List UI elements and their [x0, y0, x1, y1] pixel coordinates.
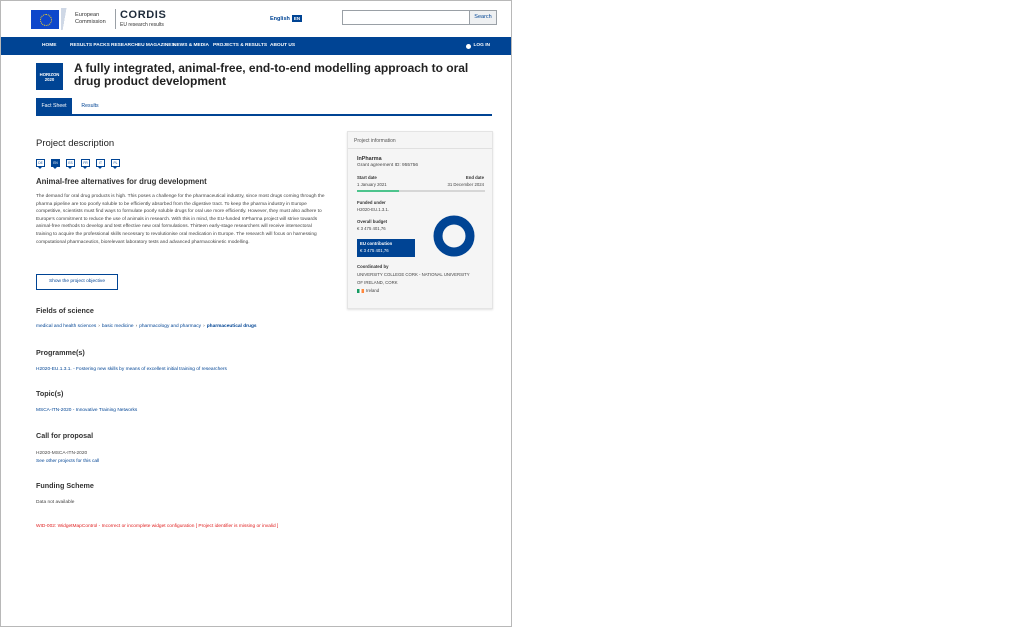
- end-date-label: End date: [465, 175, 484, 180]
- topic-heading: Topic(s): [36, 389, 64, 398]
- science-crumb-1[interactable]: medical and health sciences: [36, 324, 96, 329]
- card-header: Project information: [354, 138, 396, 144]
- crumb-separator-icon: ›: [98, 324, 100, 329]
- translation-languages: DE EN ES FR IT PL: [36, 159, 120, 169]
- science-crumb-2[interactable]: basic medicine: [102, 324, 134, 329]
- lang-en-icon[interactable]: EN: [51, 159, 60, 169]
- nav-researcheu-magazines[interactable]: RESEARCHEU MAGAZINES: [111, 37, 175, 55]
- lang-de-icon[interactable]: DE: [36, 159, 45, 169]
- country-label: Ireland: [366, 288, 380, 293]
- language-selector[interactable]: English EN: [270, 15, 303, 22]
- science-crumb-4[interactable]: pharmaceutical drugs: [207, 324, 257, 329]
- funded-under-value[interactable]: H2020-EU.1.3.1.: [357, 207, 389, 212]
- description-subheading: Animal-free alternatives for drug develo…: [36, 177, 207, 186]
- overall-budget-value: € 3 475 401,76: [357, 226, 386, 231]
- badge-line-2: 2020: [44, 77, 55, 82]
- main-navigation: HOME RESULTS PACKS RESEARCHEU MAGAZINES …: [1, 37, 511, 55]
- project-description-heading: Project description: [36, 138, 115, 149]
- logo-wing-icon: [61, 8, 71, 30]
- call-value: H2020-MSCA-ITN-2020: [36, 451, 88, 456]
- crumb-separator-icon: ›: [203, 324, 205, 329]
- grant-agreement-id: Grant agreement ID: 955756: [357, 163, 419, 168]
- nav-news-media[interactable]: NEWS & MEDIA: [173, 37, 209, 55]
- project-information-card: Project information InPharma Grant agree…: [347, 131, 493, 309]
- overall-budget-label: Overall budget: [357, 219, 388, 224]
- ireland-flag-icon: [357, 288, 364, 293]
- horizon-2020-badge: HORIZON 2020: [36, 63, 63, 90]
- eu-contribution-label: EU contribution: [360, 241, 393, 246]
- science-crumb-3[interactable]: pharmacology and pharmacy: [139, 324, 201, 329]
- start-date-value: 1 January 2021: [357, 182, 387, 187]
- description-text: The demand for oral drug products is hig…: [36, 194, 325, 245]
- end-date-value: 31 December 2024: [447, 182, 484, 187]
- brand-subtitle: EU research results: [120, 22, 164, 28]
- header-divider: [115, 9, 116, 29]
- nav-home[interactable]: HOME: [42, 37, 56, 55]
- language-label: English: [270, 15, 290, 22]
- widget-error-message: WID-002: WidgetMapControl - Incorrect or…: [36, 524, 279, 529]
- eu-flag-icon: [31, 9, 59, 29]
- topic-link[interactable]: MSCA-ITN-2020 - Innovative Training Netw…: [36, 408, 137, 413]
- european-commission-logo[interactable]: European Commission: [31, 8, 131, 30]
- coordinated-by-label: Coordinated by: [357, 264, 389, 269]
- logo-text: European Commission: [75, 12, 106, 25]
- funded-under-label: Funded under: [357, 200, 386, 205]
- show-objective-button[interactable]: Show the project objective: [36, 274, 118, 290]
- logo-line-1: European: [75, 12, 100, 19]
- cordis-logo[interactable]: CORDIS EU research results: [120, 9, 166, 28]
- project-timeline-progress: [357, 190, 400, 192]
- login-label: LOG IN: [473, 43, 490, 48]
- fields-of-science-heading: Fields of science: [36, 306, 94, 315]
- tab-fact-sheet[interactable]: Fact Sheet: [36, 98, 72, 114]
- search-input[interactable]: [342, 10, 470, 25]
- start-date-label: Start date: [357, 175, 377, 180]
- nav-about-us[interactable]: ABOUT US: [270, 37, 295, 55]
- coordinator-name[interactable]: UNIVERSITY COLLEGE CORK - NATIONAL UNIVE…: [357, 271, 475, 286]
- lang-it-icon[interactable]: IT: [96, 159, 105, 169]
- nav-projects-results[interactable]: PROJECTS & RESULTS: [213, 37, 267, 55]
- tab-results[interactable]: Results: [78, 98, 102, 114]
- brand-name: CORDIS: [120, 9, 167, 21]
- eu-contribution-box: EU contribution € 3 475 401,76: [357, 239, 415, 257]
- language-code-badge: EN: [291, 15, 303, 22]
- programme-heading: Programme(s): [36, 348, 85, 357]
- eu-contribution-value: € 3 475 401,76: [360, 248, 389, 253]
- project-timeline-bar: [357, 190, 485, 192]
- lang-fr-icon[interactable]: FR: [81, 159, 90, 169]
- funding-scheme-value: Data not available: [36, 500, 75, 505]
- programme-link[interactable]: H2020-EU.1.3.1. - Fostering new skills b…: [36, 367, 227, 372]
- card-divider: [348, 148, 492, 149]
- crumb-separator-icon: ›: [135, 324, 138, 329]
- browser-page: European Commission CORDIS EU research r…: [0, 0, 512, 627]
- page-title: A fully integrated, animal-free, end-to-…: [74, 61, 469, 88]
- user-icon: [466, 43, 472, 49]
- other-projects-link[interactable]: See other projects for this call: [36, 459, 99, 464]
- donut-eu-share: [433, 215, 475, 257]
- call-heading: Call for proposal: [36, 431, 94, 440]
- tab-bar: Fact Sheet Results: [36, 98, 492, 116]
- funding-scheme-heading: Funding Scheme: [36, 481, 94, 490]
- site-header: European Commission CORDIS EU research r…: [1, 1, 511, 37]
- lang-es-icon[interactable]: ES: [66, 159, 75, 169]
- project-acronym: InPharma: [357, 156, 382, 162]
- lang-pl-icon[interactable]: PL: [111, 159, 120, 169]
- search-button[interactable]: Search: [469, 10, 497, 25]
- coordinator-country: Ireland: [357, 288, 379, 293]
- login-link[interactable]: LOG IN: [466, 37, 490, 55]
- science-breadcrumb: medical and health sciences › basic medici…: [36, 324, 257, 329]
- logo-line-2: Commission: [75, 19, 106, 25]
- budget-donut-chart: [433, 215, 475, 257]
- nav-results-packs[interactable]: RESULTS PACKS: [70, 37, 110, 55]
